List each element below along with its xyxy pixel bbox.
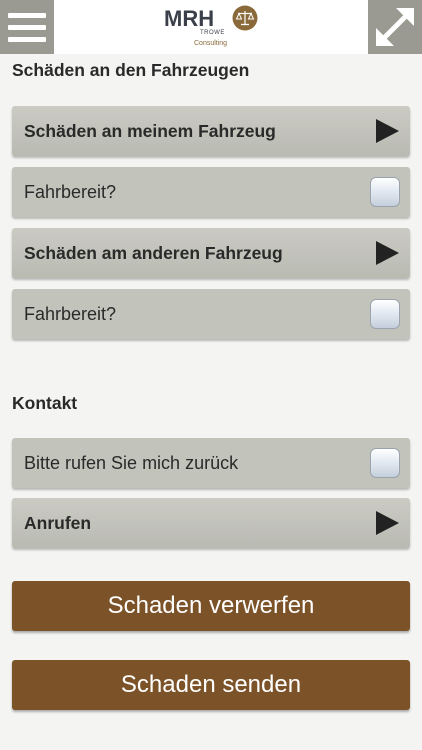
play-arrow-icon: [376, 241, 399, 265]
row-label: Schäden an meinem Fahrzeug: [24, 121, 276, 141]
section-title-vehicles: Schäden an den Fahrzeugen: [12, 60, 250, 80]
own-vehicle-driveable-row[interactable]: Fahrbereit?: [12, 167, 410, 217]
expand-arrows-icon: [376, 8, 414, 46]
callback-checkbox[interactable]: [370, 448, 400, 478]
row-label: Anrufen: [24, 513, 92, 533]
menu-button[interactable]: [0, 0, 54, 54]
row-label: Fahrbereit?: [24, 182, 117, 202]
row-label: Schäden am anderen Fahrzeug: [24, 243, 283, 263]
app-header: MRH TROWE Consulting: [0, 0, 422, 54]
other-vehicle-driveable-row[interactable]: Fahrbereit?: [12, 289, 410, 339]
row-label: Bitte rufen Sie mich zurück: [24, 453, 239, 473]
play-arrow-icon: [376, 511, 399, 535]
expand-button[interactable]: [368, 0, 422, 54]
discard-damage-button[interactable]: Schaden verwerfen: [12, 581, 410, 631]
call-row[interactable]: Anrufen: [12, 498, 410, 548]
hamburger-icon: [8, 12, 46, 18]
scales-seal-icon: [232, 5, 258, 31]
own-vehicle-damage-row[interactable]: Schäden an meinem Fahrzeug: [12, 106, 410, 156]
logo-sub-text: TROWE: [200, 30, 225, 36]
row-label: Fahrbereit?: [24, 304, 117, 324]
hamburger-icon: [8, 24, 46, 30]
company-logo: MRH TROWE Consulting: [160, 4, 262, 50]
other-vehicle-driveable-checkbox[interactable]: [370, 299, 400, 329]
send-damage-button[interactable]: Schaden senden: [12, 660, 410, 710]
play-arrow-icon: [376, 119, 399, 143]
logo-tagline: Consulting: [194, 40, 228, 47]
hamburger-icon: [8, 36, 46, 42]
logo-main-text: MRH: [164, 6, 215, 31]
section-title-contact: Kontakt: [12, 393, 78, 413]
own-vehicle-driveable-checkbox[interactable]: [370, 177, 400, 207]
other-vehicle-damage-row[interactable]: Schäden am anderen Fahrzeug: [12, 228, 410, 278]
callback-request-row[interactable]: Bitte rufen Sie mich zurück: [12, 438, 410, 488]
